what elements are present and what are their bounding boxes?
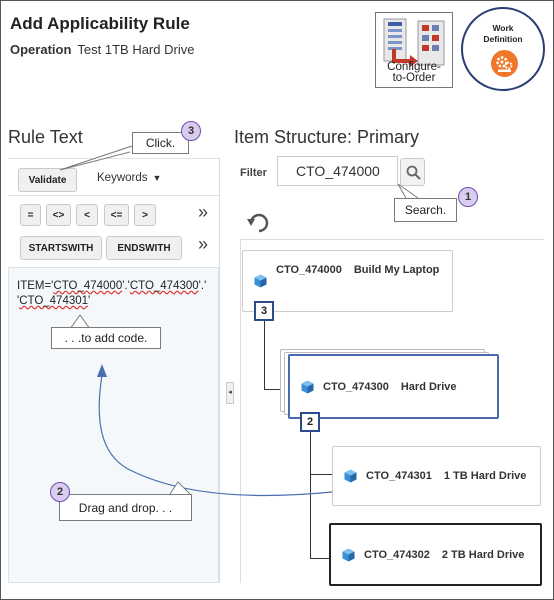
step-1-badge: 1 [458,187,478,207]
step-2-badge: 2 [50,482,70,502]
callout-search: Search. [394,198,457,222]
callout-drag-drop: Drag and drop. . . [59,494,192,521]
step-3-badge: 3 [181,121,201,141]
callout-add-code: . . .to add code. [51,327,161,349]
callout-click: Click. [132,132,189,154]
